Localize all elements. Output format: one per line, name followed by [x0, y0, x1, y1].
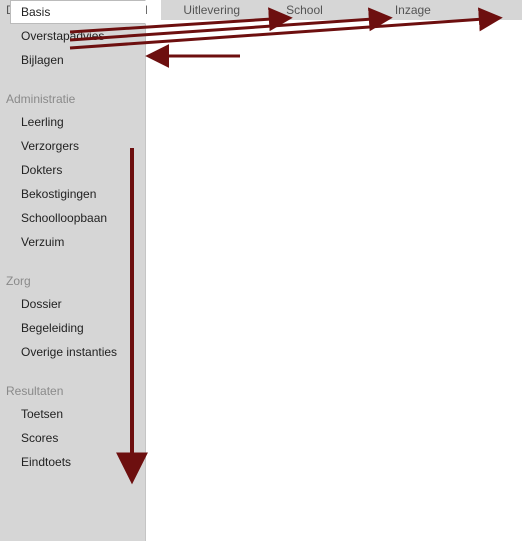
sidebar-group-header: Administratie [0, 90, 145, 110]
sidebar-item-label: Bijlagen [21, 53, 64, 67]
sidebar-item-dokters[interactable]: Dokters [0, 158, 143, 182]
sidebar-item-label: Bekostigingen [21, 187, 96, 201]
sidebar-item-label: Begeleiding [21, 321, 84, 335]
sidebar-item-leerling[interactable]: Leerling [0, 110, 143, 134]
sidebar-item-label: Verzuim [21, 235, 64, 249]
sidebar-group-header: Zorg [0, 272, 145, 292]
tab-inzage[interactable]: Inzage [385, 0, 445, 20]
sidebar-item-label: Verzorgers [21, 139, 79, 153]
sidebar-item-verzorgers[interactable]: Verzorgers [0, 134, 143, 158]
sidebar-group-resultaten: Resultaten Toetsen Scores Eindtoets [0, 382, 145, 474]
sidebar-item-label: Dossier [21, 297, 62, 311]
sidebar-item-label: Leerling [21, 115, 64, 129]
sidebar-item-label: Scores [21, 431, 58, 445]
sidebar-item-dossier[interactable]: Dossier [0, 292, 143, 316]
sidebar-item-verzuim[interactable]: Verzuim [0, 230, 143, 254]
sidebar-item-basis[interactable]: Basis [10, 0, 146, 24]
content-layout: Basis Overstapadvies Bijlagen Administra… [0, 20, 522, 541]
sidebar-item-begeleiding[interactable]: Begeleiding [0, 316, 143, 340]
main-content [146, 20, 522, 541]
sidebar: Basis Overstapadvies Bijlagen Administra… [0, 20, 146, 541]
sidebar-item-label: Toetsen [21, 407, 63, 421]
tab-uitlevering[interactable]: Uitlevering [173, 0, 254, 20]
sidebar-group-0: Basis Overstapadvies Bijlagen [0, 0, 145, 72]
sidebar-item-label: Overstapadvies [21, 29, 104, 43]
sidebar-group-header: Resultaten [0, 382, 145, 402]
sidebar-item-label: Schoolloopbaan [21, 211, 107, 225]
sidebar-item-schoolloopbaan[interactable]: Schoolloopbaan [0, 206, 143, 230]
sidebar-item-scores[interactable]: Scores [0, 426, 143, 450]
sidebar-item-bekostigingen[interactable]: Bekostigingen [0, 182, 143, 206]
sidebar-item-toetsen[interactable]: Toetsen [0, 402, 143, 426]
sidebar-item-label: Basis [21, 5, 50, 19]
tab-school[interactable]: School [276, 0, 337, 20]
sidebar-item-overige-instanties[interactable]: Overige instanties [0, 340, 143, 364]
sidebar-item-label: Overige instanties [21, 345, 117, 359]
sidebar-item-eindtoets[interactable]: Eindtoets [0, 450, 143, 474]
sidebar-item-bijlagen[interactable]: Bijlagen [0, 48, 143, 72]
sidebar-item-label: Eindtoets [21, 455, 71, 469]
sidebar-group-administratie: Administratie Leerling Verzorgers Dokter… [0, 90, 145, 254]
sidebar-item-label: Dokters [21, 163, 62, 177]
sidebar-item-overstapadvies[interactable]: Overstapadvies [0, 24, 143, 48]
sidebar-group-zorg: Zorg Dossier Begeleiding Overige instant… [0, 272, 145, 364]
